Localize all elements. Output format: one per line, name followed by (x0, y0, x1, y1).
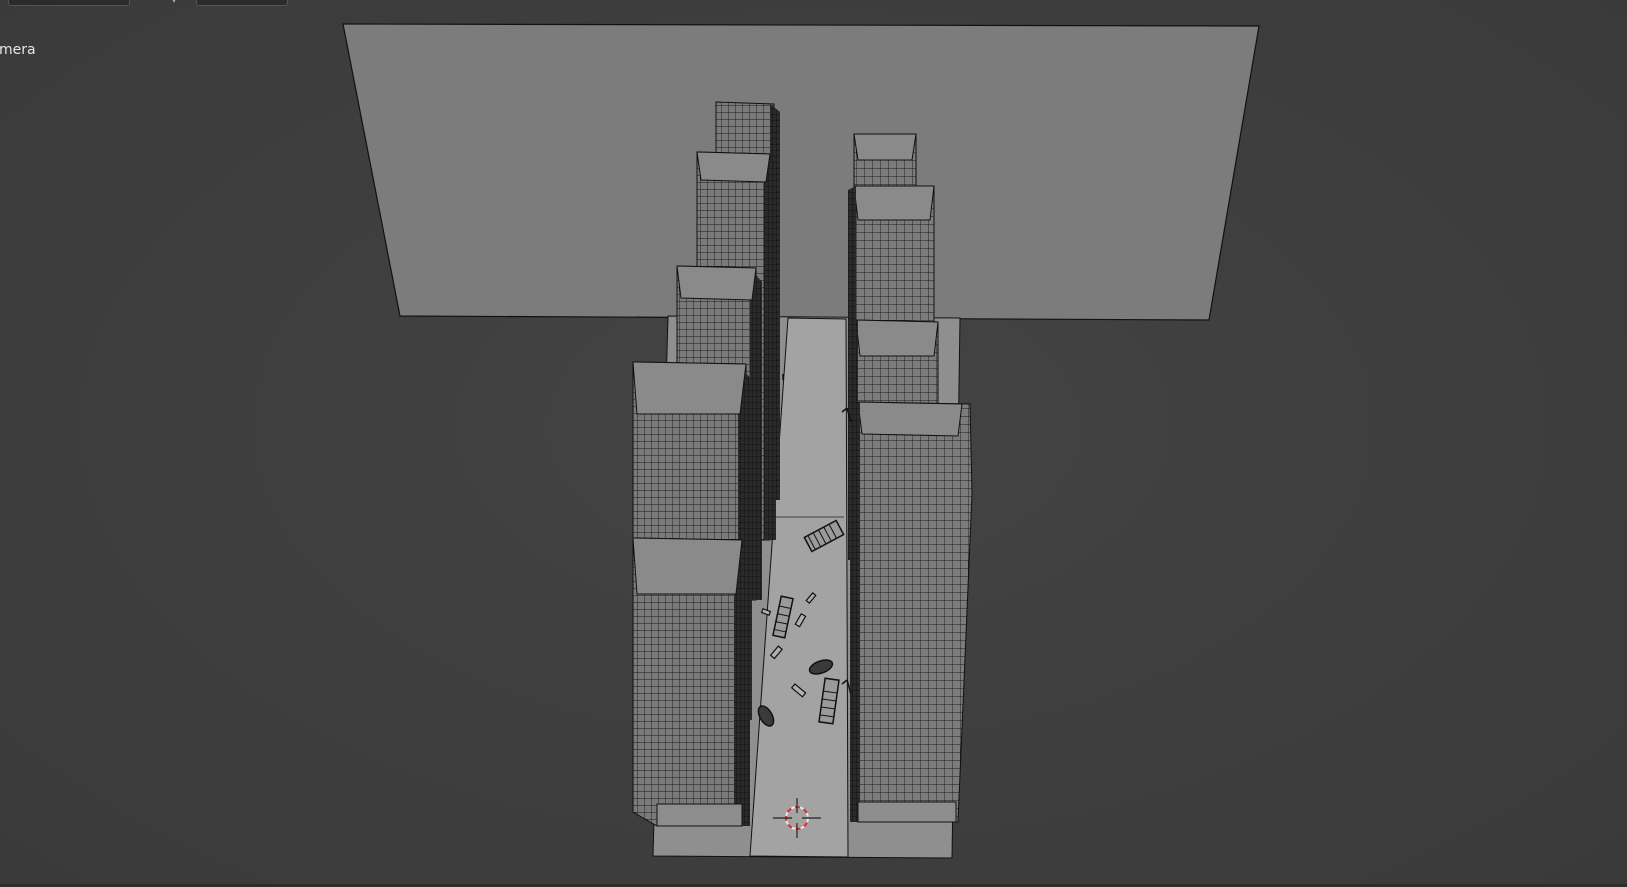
building-right-4 (850, 401, 973, 823)
scene-wireframe[interactable] (0, 0, 1627, 887)
3d-viewport[interactable]: ▾ mera (0, 0, 1627, 887)
building-left-5 (632, 537, 750, 827)
backdrop-plane (342, 23, 1260, 321)
